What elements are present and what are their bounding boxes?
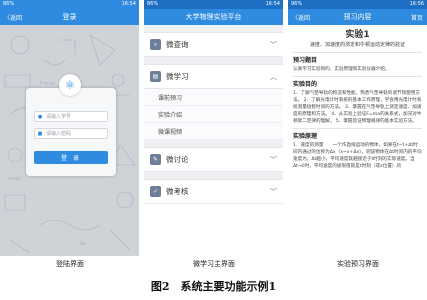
menu-section-query[interactable]: ⌕ 微查询 ﹀ <box>144 33 283 57</box>
caption-login: 登陆界面 <box>56 260 84 268</box>
book-icon: ▤ <box>150 71 161 82</box>
status-bar: 96% 16:56 <box>288 0 427 9</box>
login-screen: 86% 16:54 〈返回 登录 F=ma E=mc² v=at Δ <box>0 0 139 256</box>
nav-bar: 〈返回 预习内容 首页 <box>288 9 427 25</box>
page-title: 大学物理实验平台 <box>185 13 242 21</box>
menu-item-preview[interactable]: 课前预习 <box>144 89 283 106</box>
svg-text:Δx: Δx <box>80 241 86 247</box>
lock-icon: ■ <box>37 130 43 137</box>
chat-icon: ✎ <box>150 154 161 165</box>
status-battery: 96% <box>291 1 303 7</box>
status-battery: 86% <box>147 1 159 7</box>
section-text: 1．了解气垫导轨的构造和性能，熟悉气垫导轨的调节和使用方法。 2．了解光电计时系… <box>293 91 422 124</box>
exam-icon: ✓ <box>150 186 161 197</box>
user-icon: ● <box>37 113 43 120</box>
menu-section-exam[interactable]: ✓ 微考核 ﹀ <box>144 180 283 204</box>
section-text: 认真学习实验目的、实验原理和实验仪器介绍。 <box>293 67 390 72</box>
section-text: 1．速度的测量 一个作直线运动的物体，如果在t~t+Δt时间内通过的位移为Δx（… <box>293 143 422 169</box>
chevron-down-icon: ﹀ <box>270 40 277 49</box>
status-bar: 86% 16:54 <box>0 0 139 9</box>
login-button[interactable]: 登 录 <box>34 151 108 164</box>
section-heading: 实验目的 <box>293 81 318 88</box>
menu-item-intro[interactable]: 实验介绍 <box>144 106 283 123</box>
svg-text:v=at: v=at <box>8 176 20 182</box>
content-screen: 96% 16:56 〈返回 预习内容 首页 实验1 速度、加速度的测定和牛顿运动… <box>288 0 427 256</box>
chevron-down-icon: ﹀ <box>270 187 277 196</box>
content-body: 实验1 速度、加速度的测定和牛顿运动定律的验证 预习题目 认真学习实验目的、实验… <box>288 25 427 172</box>
chevron-down-icon: ﹀ <box>270 155 277 164</box>
status-bar: 86% 16:54 <box>144 0 283 9</box>
nav-bar: 大学物理实验平台 <box>144 9 283 25</box>
experiment-subtitle: 速度、加速度的测定和牛顿运动定律的验证 <box>293 41 422 53</box>
section-heading: 预习题目 <box>293 57 318 64</box>
back-button[interactable]: 〈返回 <box>292 13 316 22</box>
page-title: 登录 <box>62 13 77 21</box>
caption-content: 实验预习界面 <box>337 260 379 268</box>
status-battery: 86% <box>3 1 15 7</box>
svg-text:F=ma: F=ma <box>40 81 55 87</box>
menu-list: ⌕ 微查询 ﹀ ▤ 微学习 ︿ 课前预习 实验介绍 微课视频 ✎ 微讨论 ﹀ ✓… <box>144 25 283 204</box>
status-time: 16:54 <box>121 1 136 7</box>
status-time: 16:54 <box>265 1 280 7</box>
atom-logo-icon: ⚛ <box>59 74 81 96</box>
section-heading: 实验原理 <box>293 133 318 140</box>
experiment-title: 实验1 <box>345 30 370 40</box>
username-placeholder: 请输入学号 <box>46 114 72 120</box>
password-placeholder: 请输入密码 <box>46 131 72 137</box>
chevron-up-icon: ︿ <box>270 72 277 81</box>
back-button[interactable]: 〈返回 <box>4 13 28 22</box>
figure-caption: 图2 系统主要功能示例1 <box>150 280 277 293</box>
nav-bar: 〈返回 登录 <box>0 9 139 25</box>
menu-item-video[interactable]: 微课视频 <box>144 123 283 140</box>
menu-section-study[interactable]: ▤ 微学习 ︿ <box>144 65 283 89</box>
page-title: 预习内容 <box>343 13 372 21</box>
search-icon: ⌕ <box>150 39 161 50</box>
home-button[interactable]: 首页 <box>399 13 423 22</box>
status-time: 16:56 <box>409 1 424 7</box>
menu-section-discuss[interactable]: ✎ 微讨论 ﹀ <box>144 148 283 172</box>
password-input[interactable]: ■ 请输入密码 <box>34 128 108 139</box>
menu-screen: 86% 16:54 大学物理实验平台 ⌕ 微查询 ﹀ ▤ 微学习 ︿ 课前预习 … <box>144 0 283 256</box>
username-input[interactable]: ● 请输入学号 <box>34 111 108 122</box>
caption-menu: 微学习主界面 <box>193 260 235 268</box>
